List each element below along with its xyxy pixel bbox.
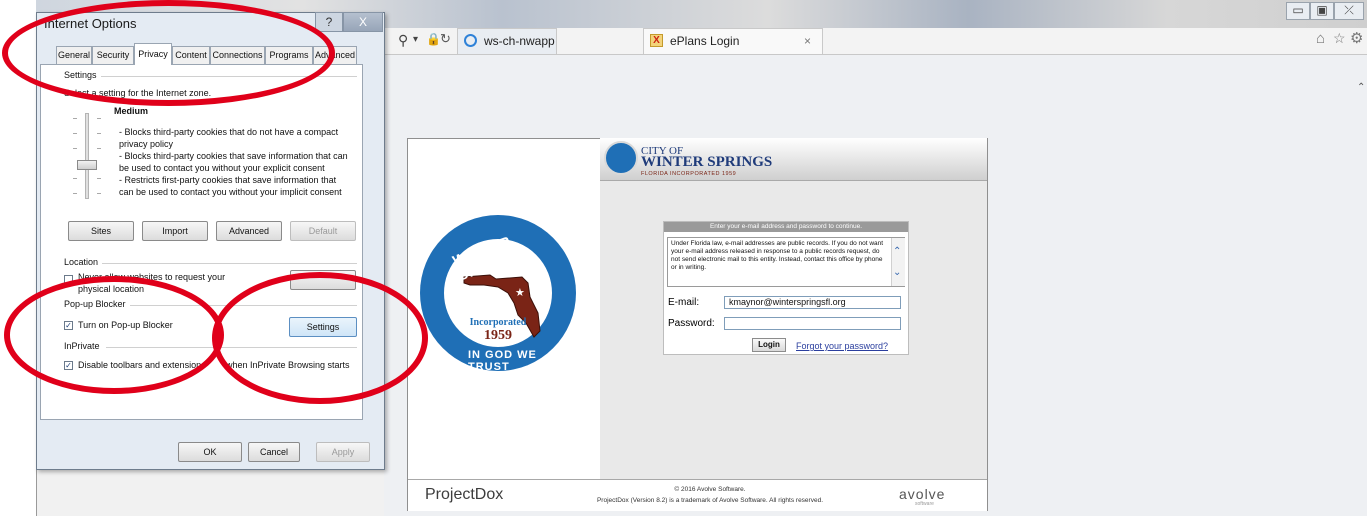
- dialog-title: Internet Options: [44, 16, 137, 31]
- cancel-button[interactable]: Cancel: [248, 442, 300, 462]
- level-desc-3b: can be used to contact you without your …: [119, 187, 342, 197]
- location-group-divider: [102, 263, 357, 264]
- popup-settings-button[interactable]: Settings: [289, 317, 357, 337]
- settings-group-label: Settings: [64, 70, 101, 80]
- scroll-up-chevron-icon[interactable]: ⌃: [893, 246, 901, 257]
- advanced-button[interactable]: Advanced: [216, 221, 282, 241]
- ok-button[interactable]: OK: [178, 442, 242, 462]
- default-button[interactable]: Default: [290, 221, 356, 241]
- home-icon[interactable]: ⌂: [1316, 30, 1325, 47]
- select-setting-prompt: Select a setting for the Internet zone.: [64, 88, 212, 98]
- scroll-down-chevron-icon[interactable]: ⌄: [893, 267, 901, 278]
- popup-checkbox[interactable]: ✓: [64, 321, 73, 330]
- popup-option-label: Turn on Pop-up Blocker: [78, 320, 173, 330]
- tab-close-icon[interactable]: ×: [804, 29, 811, 53]
- tab-content[interactable]: Content: [172, 46, 210, 64]
- slider-tick: [97, 193, 101, 194]
- window-close-button[interactable]: ⤫: [1334, 2, 1364, 20]
- dropdown-arrow-icon[interactable]: ▾: [413, 34, 418, 45]
- tab-privacy[interactable]: Privacy: [134, 43, 172, 65]
- maximize-button[interactable]: ▣: [1310, 2, 1334, 20]
- slider-tick: [73, 118, 77, 119]
- level-desc-1b: privacy policy: [119, 139, 174, 149]
- tab-connections[interactable]: Connections: [210, 46, 265, 64]
- search-icon[interactable]: ⚲: [398, 32, 408, 49]
- brand-line-3: FLORIDA INCORPORATED 1959: [641, 171, 737, 177]
- settings-group-divider: [100, 76, 357, 77]
- tab-advanced[interactable]: Advanced: [313, 46, 357, 64]
- seal-incorporated: Incorporated: [469, 317, 527, 328]
- level-desc-3a: - Restricts first-party cookies that sav…: [119, 175, 337, 185]
- inprivate-option-line-1: Disable toolbars and extensions: [78, 360, 206, 370]
- ie-globe-icon: [464, 34, 477, 47]
- tab-general[interactable]: General: [56, 46, 92, 64]
- slider-tick: [97, 148, 101, 149]
- location-checkbox[interactable]: [64, 275, 73, 284]
- email-field[interactable]: kmaynor@winterspringsfl.org: [724, 296, 901, 309]
- city-seal: ★ WINTER SPRINGS IN GOD WE TRUST Incorpo…: [418, 213, 578, 373]
- tab-eplans-login[interactable]: X ePlans Login ×: [643, 28, 823, 54]
- slider-tick: [97, 118, 101, 119]
- location-option-line-1: Never allow websites to request your: [78, 272, 226, 282]
- svg-text:★: ★: [515, 286, 525, 299]
- seal-arc-text-bottom: IN GOD WE TRUST: [468, 349, 537, 373]
- forgot-password-link[interactable]: Forgot your password?: [796, 341, 888, 351]
- level-desc-2b: be used to contact you without your expl…: [119, 163, 325, 173]
- projectdox-logo-text: ProjectDox: [425, 486, 504, 503]
- inprivate-option-line-2: when InPrivate Browsing starts: [226, 360, 350, 370]
- level-desc-2a: - Blocks third-party cookies that save i…: [119, 151, 348, 161]
- privacy-level-name: Medium: [114, 106, 149, 116]
- avolve-logo-sub: software: [915, 501, 934, 507]
- privacy-notice: Under Florida law, e-mail addresses are …: [667, 237, 905, 287]
- dialog-close-button[interactable]: X: [343, 12, 383, 32]
- tab-security[interactable]: Security: [92, 46, 134, 64]
- brand-line-2: WINTER SPRINGS: [641, 154, 773, 170]
- clear-sites-button[interactable]: [290, 270, 356, 290]
- address-tab[interactable]: ws-ch-nwapp: [457, 28, 557, 54]
- level-desc-1a: - Blocks third-party cookies that do not…: [119, 127, 339, 137]
- import-button[interactable]: Import: [142, 221, 208, 241]
- slider-tick: [73, 133, 77, 134]
- slider-tick: [97, 133, 101, 134]
- privacy-slider-thumb[interactable]: [77, 160, 97, 170]
- email-label: E-mail:: [668, 297, 700, 308]
- slider-tick: [97, 178, 101, 179]
- minimize-button[interactable]: ▭: [1286, 2, 1310, 20]
- form-header: Enter your e-mail address and password t…: [664, 222, 908, 232]
- popup-group-divider: [118, 305, 357, 306]
- seal-year: 1959: [484, 328, 512, 343]
- footer-trademark: ProjectDox (Version 8.2) is a trademark …: [596, 497, 824, 504]
- refresh-icon[interactable]: ↻: [440, 31, 451, 47]
- inprivate-checkbox[interactable]: ✓: [64, 361, 73, 370]
- projectdox-logo: ProjectDox: [425, 486, 503, 504]
- avolve-logo: avolve: [899, 486, 946, 502]
- eplans-favicon-icon: X: [650, 34, 663, 47]
- login-button[interactable]: Login: [752, 338, 786, 352]
- lock-icon: 🔒: [426, 32, 441, 46]
- slider-tick: [73, 148, 77, 149]
- sites-button[interactable]: Sites: [68, 221, 134, 241]
- slider-tick: [73, 193, 77, 194]
- apply-button[interactable]: Apply: [316, 442, 370, 462]
- tab-programs[interactable]: Programs: [265, 46, 313, 64]
- location-group-label: Location: [64, 257, 103, 267]
- help-button[interactable]: ?: [315, 12, 343, 32]
- favorites-star-icon[interactable]: ☆: [1333, 30, 1346, 47]
- inprivate-group-label: InPrivate: [64, 341, 104, 351]
- scroll-up-icon[interactable]: ⌃: [1357, 82, 1365, 93]
- popup-group-label: Pop-up Blocker: [64, 299, 130, 309]
- location-option-line-2: physical location: [78, 284, 145, 294]
- small-seal-icon: [604, 141, 638, 175]
- tab-label: ePlans Login: [670, 34, 740, 48]
- inprivate-group-divider: [106, 347, 357, 348]
- slider-tick: [73, 178, 77, 179]
- password-label: Password:: [668, 318, 715, 329]
- address-text: ws-ch-nwapp: [484, 34, 555, 48]
- footer-copyright: © 2016 Avolve Software.: [674, 486, 746, 493]
- privacy-slider-track[interactable]: [85, 113, 89, 199]
- password-field[interactable]: [724, 317, 901, 330]
- gear-icon[interactable]: ⚙: [1350, 29, 1363, 47]
